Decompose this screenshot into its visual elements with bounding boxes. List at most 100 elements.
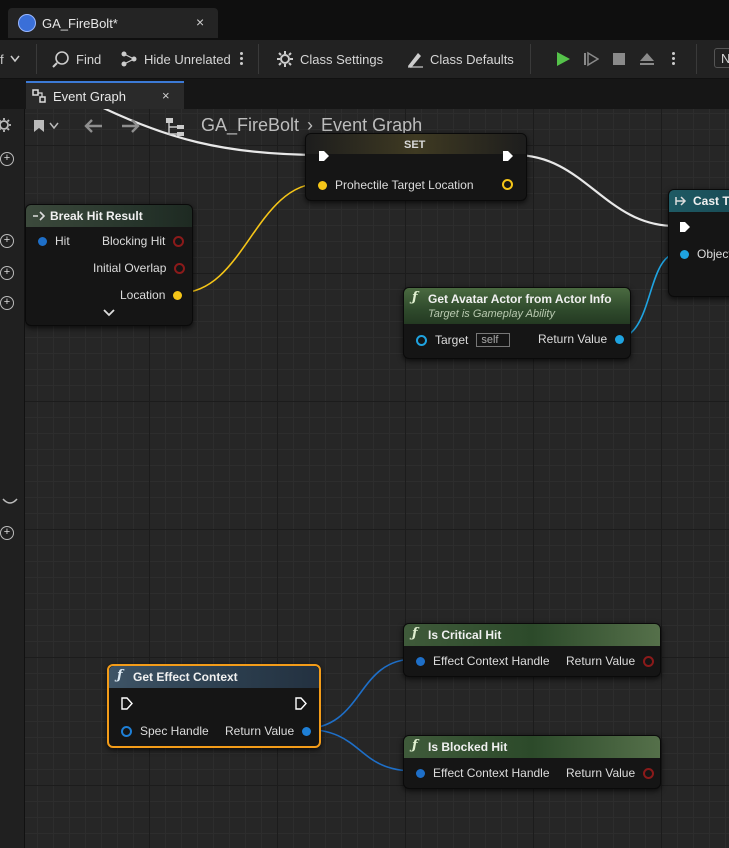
compile-dropdown[interactable]: f bbox=[0, 49, 20, 69]
break-hit-result-node[interactable]: Break Hit Result Hit Blocking Hit Initia… bbox=[25, 204, 193, 326]
function-icon: ƒ bbox=[117, 668, 123, 683]
graph-tab-row: Event Graph × bbox=[0, 79, 729, 109]
critical-context-label: Effect Context Handle bbox=[433, 654, 550, 668]
tab-event-graph-label: Event Graph bbox=[53, 89, 126, 104]
tab-event-graph[interactable]: Event Graph × bbox=[26, 81, 184, 109]
hide-unrelated-label: Hide Unrelated bbox=[144, 51, 231, 67]
vector-wire-location bbox=[178, 182, 323, 294]
add-icon[interactable]: + bbox=[0, 296, 14, 310]
exec-in-pin[interactable] bbox=[679, 221, 691, 233]
location-output-pin[interactable]: Location bbox=[120, 288, 183, 302]
debug-object-text: N bbox=[721, 50, 729, 66]
bool-pin-icon bbox=[174, 262, 186, 274]
get-effect-context-header: ƒ Get Effect Context bbox=[109, 666, 319, 688]
critical-context-input-pin[interactable]: Effect Context Handle bbox=[416, 654, 550, 668]
settings-icon[interactable] bbox=[0, 117, 12, 133]
collapse-icon[interactable] bbox=[2, 497, 18, 507]
debug-object-dropdown[interactable]: N bbox=[714, 48, 729, 68]
more-options-icon[interactable] bbox=[240, 52, 243, 72]
get-effect-context-node[interactable]: ƒ Get Effect Context Spec Handle Return … bbox=[107, 664, 321, 748]
blocking-hit-label: Blocking Hit bbox=[102, 234, 166, 248]
return-value-output-pin[interactable]: Return Value bbox=[538, 332, 625, 346]
play-button[interactable] bbox=[552, 48, 574, 70]
find-icon bbox=[52, 51, 69, 68]
hide-unrelated-button[interactable]: Hide Unrelated bbox=[120, 49, 231, 69]
expand-pins-chevron-icon[interactable] bbox=[103, 309, 115, 317]
target-pin-label: Target bbox=[435, 333, 469, 347]
set-pin-label: Prohectile Target Location bbox=[335, 178, 474, 192]
blocked-return-label: Return Value bbox=[566, 766, 636, 780]
close-icon[interactable]: × bbox=[162, 88, 170, 103]
blocked-context-label: Effect Context Handle bbox=[433, 766, 550, 780]
class-settings-label: Class Settings bbox=[300, 51, 384, 67]
is-blocked-hit-node[interactable]: ƒ Is Blocked Hit Effect Context Handle R… bbox=[403, 735, 661, 789]
add-icon[interactable]: + bbox=[0, 152, 14, 166]
class-settings-button[interactable]: Class Settings bbox=[276, 49, 383, 69]
exec-in-pin[interactable] bbox=[121, 697, 133, 710]
set-node[interactable]: SET Prohectile Target Location bbox=[305, 133, 527, 201]
is-critical-hit-node[interactable]: ƒ Is Critical Hit Effect Context Handle … bbox=[403, 623, 661, 677]
step-icon bbox=[584, 51, 599, 67]
play-icon bbox=[557, 52, 570, 66]
get-avatar-actor-node[interactable]: ƒ Get Avatar Actor from Actor Info Targe… bbox=[403, 287, 631, 359]
blocked-context-input-pin[interactable]: Effect Context Handle bbox=[416, 766, 550, 780]
exec-wire-set-to-cast bbox=[514, 153, 676, 228]
return-value-label: Return Value bbox=[538, 332, 608, 346]
target-input-pin[interactable]: Target self bbox=[416, 333, 511, 347]
blocked-return-pin[interactable]: Return Value bbox=[566, 766, 655, 780]
effect-context-return-pin[interactable]: Return Value bbox=[225, 724, 312, 738]
vector-out-pin[interactable] bbox=[502, 179, 513, 190]
bookmark-dropdown[interactable] bbox=[33, 119, 59, 133]
find-button[interactable]: Find bbox=[52, 49, 101, 69]
effect-context-return-label: Return Value bbox=[225, 724, 295, 738]
class-defaults-button[interactable]: Class Defaults bbox=[406, 49, 514, 69]
cast-to-node[interactable]: Cast To Object bbox=[668, 189, 729, 297]
graph-hierarchy-icon bbox=[166, 118, 184, 136]
add-icon[interactable]: + bbox=[0, 526, 14, 540]
location-label: Location bbox=[120, 288, 166, 302]
exec-out-pin[interactable] bbox=[502, 150, 514, 162]
hit-input-pin[interactable]: Hit bbox=[38, 234, 70, 248]
get-avatar-actor-subtitle: Target is Gameplay Ability bbox=[428, 308, 555, 320]
spec-handle-input-pin[interactable]: Spec Handle bbox=[121, 724, 209, 738]
forward-arrow-icon[interactable] bbox=[121, 119, 141, 133]
document-tab-ga-firebolt[interactable]: GA_FireBolt* × bbox=[8, 8, 218, 38]
graph-canvas[interactable]: GA_FireBolt › Event Graph SET Prohectile… bbox=[25, 109, 729, 848]
vector-pin-icon bbox=[318, 180, 327, 190]
class-defaults-label: Class Defaults bbox=[430, 51, 514, 67]
gear-icon bbox=[277, 51, 293, 67]
struct-pin-icon bbox=[302, 726, 312, 736]
object-input-pin[interactable]: Object bbox=[680, 247, 729, 261]
toolbar-divider bbox=[696, 44, 697, 74]
eject-icon bbox=[640, 53, 654, 65]
breadcrumb-blueprint[interactable]: GA_FireBolt bbox=[201, 115, 299, 136]
class-defaults-icon bbox=[408, 53, 423, 68]
add-icon[interactable]: + bbox=[0, 266, 14, 280]
target-self-field[interactable]: self bbox=[476, 333, 511, 347]
eject-button[interactable] bbox=[636, 48, 658, 70]
close-icon[interactable]: × bbox=[196, 14, 204, 30]
initial-overlap-output-pin[interactable]: Initial Overlap bbox=[93, 261, 186, 275]
struct-pin-icon bbox=[416, 768, 425, 778]
play-options-icon[interactable] bbox=[672, 52, 675, 72]
function-icon: ƒ bbox=[412, 738, 418, 753]
set-input-pin[interactable]: Prohectile Target Location bbox=[318, 178, 474, 192]
object-pin-icon bbox=[680, 249, 689, 259]
critical-return-pin[interactable]: Return Value bbox=[566, 654, 655, 668]
cast-to-header: Cast To bbox=[669, 190, 729, 212]
vector-pin-icon bbox=[173, 290, 183, 300]
break-struct-icon bbox=[33, 211, 46, 221]
break-hit-result-header: Break Hit Result bbox=[26, 205, 192, 227]
toolbar-divider bbox=[530, 44, 531, 74]
step-button[interactable] bbox=[580, 48, 602, 70]
stop-button[interactable] bbox=[608, 48, 630, 70]
back-arrow-icon[interactable] bbox=[83, 119, 103, 133]
exec-out-pin[interactable] bbox=[295, 697, 307, 710]
object-pin-icon bbox=[615, 334, 625, 344]
cast-icon bbox=[675, 196, 687, 206]
exec-in-pin[interactable] bbox=[318, 150, 330, 162]
hit-pin-label: Hit bbox=[55, 234, 70, 248]
chevron-down-icon bbox=[49, 122, 59, 130]
add-icon[interactable]: + bbox=[0, 234, 14, 248]
blocking-hit-output-pin[interactable]: Blocking Hit bbox=[102, 234, 185, 248]
